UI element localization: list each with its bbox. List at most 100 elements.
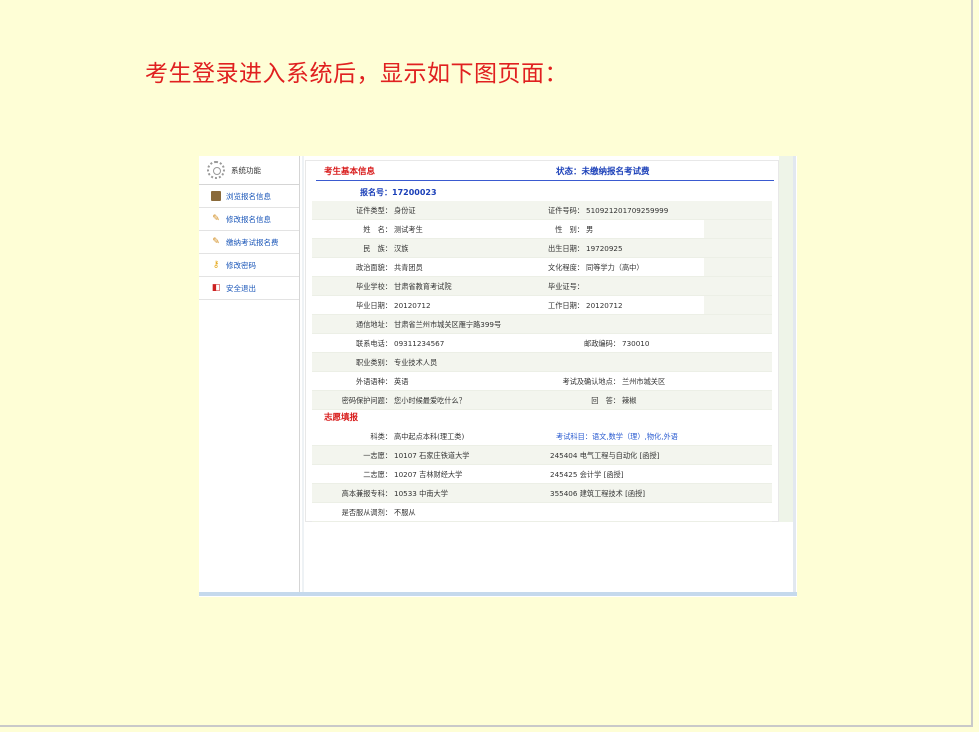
- field-value: 10533 中南大学: [394, 489, 448, 498]
- screenshot-frame: 系统功能 浏览报名信息 ✎ 修改报名信息 ✎ 缴纳考试报名费 ⚷ 修改密码 ◧ …: [199, 156, 797, 597]
- sidebar-item-logout[interactable]: ◧ 安全退出: [199, 277, 299, 300]
- info-row: 通信地址： 甘肃省兰州市城关区雁宁路399号: [312, 315, 772, 334]
- sidebar-header: 系统功能: [199, 156, 299, 185]
- field-label: 回 答：: [591, 396, 620, 405]
- pencil-icon: ✎: [212, 237, 220, 247]
- section-underline: [316, 180, 774, 181]
- field-value: 兰州市城关区: [622, 377, 666, 386]
- wish-grid: 科类： 高中起点本科(理工类) 考试科目：语文,数学（理）,物化,外语 一志愿：…: [312, 427, 772, 522]
- field-label: 文化程度：: [548, 263, 584, 272]
- field-value: 甘肃省教育考试院: [394, 282, 452, 291]
- field-value: 不服从: [394, 508, 416, 517]
- right-strip: [779, 156, 793, 522]
- field-value: 19720925: [586, 244, 623, 253]
- key-icon: ⚷: [212, 260, 220, 270]
- sidebar-item-label: 修改报名信息: [226, 214, 271, 224]
- field-label: 二志愿：: [363, 470, 392, 479]
- field-value: 专业技术人员: [394, 358, 438, 367]
- field-value: 测试考生: [394, 225, 423, 234]
- field-label: 考试及确认地点：: [562, 377, 620, 386]
- field-value: 10107 石家庄铁道大学: [394, 451, 470, 460]
- field-label: 政治面貌：: [356, 263, 392, 272]
- field-value: 同等学力（高中）: [586, 263, 644, 272]
- field-value: 20120712: [394, 301, 431, 310]
- field-value: 甘肃省兰州市城关区雁宁路399号: [394, 320, 502, 329]
- sidebar-item-label: 安全退出: [226, 283, 256, 293]
- sidebar-title: 系统功能: [231, 165, 261, 175]
- field-value: 您小时候最爱吃什么？: [394, 396, 466, 405]
- slide-heading: 考生登录进入系统后，显示如下图页面：: [145, 61, 568, 87]
- field-value: 汉族: [394, 244, 409, 253]
- field-label: 毕业证号：: [548, 282, 584, 291]
- wish-row: 科类： 高中起点本科(理工类) 考试科目：语文,数学（理）,物化,外语: [312, 427, 772, 446]
- wish-row: 高本兼报专科： 10533 中南大学 355406 建筑工程技术 [函授]: [312, 484, 772, 503]
- content-panel: 考生基本信息 状态：未缴纳报名考试费 报名号：17200023 证件类型： 身份…: [305, 160, 779, 522]
- field-label: 毕业日期：: [356, 301, 392, 310]
- basic-info-grid: 证件类型： 身份证 证件号码： 510921201709259999 姓 名： …: [312, 201, 772, 410]
- info-row: 毕业学校： 甘肃省教育考试院 毕业证号：: [312, 277, 772, 296]
- field-label: 工作日期：: [548, 301, 584, 310]
- field-label: 毕业学校：: [356, 282, 392, 291]
- field-label: 民 族：: [363, 244, 392, 253]
- scrollbar-track[interactable]: [793, 156, 796, 592]
- field-label: 邮政编码：: [584, 339, 620, 348]
- field-label: 姓 名：: [363, 225, 392, 234]
- sidebar: 系统功能 浏览报名信息 ✎ 修改报名信息 ✎ 缴纳考试报名费 ⚷ 修改密码 ◧ …: [199, 156, 300, 592]
- field-label: 联系电话：: [356, 339, 392, 348]
- info-row: 政治面貌： 共青团员 文化程度： 同等学力（高中）: [312, 258, 772, 277]
- sidebar-item-edit[interactable]: ✎ 修改报名信息: [199, 208, 299, 231]
- field-value: 355406 建筑工程技术 [函授]: [550, 489, 646, 498]
- sidebar-item-password[interactable]: ⚷ 修改密码: [199, 254, 299, 277]
- field-value: 共青团员: [394, 263, 423, 272]
- sidebar-item-pay[interactable]: ✎ 缴纳考试报名费: [199, 231, 299, 254]
- field-value: 20120712: [586, 301, 623, 310]
- pencil-icon: ✎: [212, 214, 220, 224]
- field-label: 一志愿：: [363, 451, 392, 460]
- screenshot-bottom-bar: [199, 592, 797, 596]
- wish-row: 二志愿： 10207 吉林财经大学 245425 会计学 [函授]: [312, 465, 772, 484]
- sidebar-item-browse[interactable]: 浏览报名信息: [199, 185, 299, 208]
- field-label: 通信地址：: [356, 320, 392, 329]
- gear-icon: [207, 161, 225, 179]
- field-value: 英语: [394, 377, 409, 386]
- field-value: 510921201709259999: [586, 206, 669, 215]
- field-label: 证件号码：: [548, 206, 584, 215]
- field-label: 出生日期：: [548, 244, 584, 253]
- basic-info-header: 考生基本信息 状态：未缴纳报名考试费: [306, 161, 778, 181]
- section-title: 考生基本信息: [324, 167, 376, 177]
- wish-row: 是否服从调剂： 不服从: [312, 503, 772, 522]
- field-label: 科类：: [370, 432, 392, 441]
- wish-section-title: 志愿填报: [324, 413, 359, 423]
- field-value: 男: [586, 225, 594, 234]
- info-row: 证件类型： 身份证 证件号码： 510921201709259999: [312, 201, 772, 220]
- field-value: 高中起点本科(理工类): [394, 432, 465, 441]
- info-row: 密码保护问题： 您小时候最爱吃什么？ 回 答： 辣椒: [312, 391, 772, 410]
- info-row: 联系电话： 09311234567 邮政编码： 730010: [312, 334, 772, 353]
- info-row: 姓 名： 测试考生 性 别： 男: [312, 220, 772, 239]
- field-label: 外语语种：: [356, 377, 392, 386]
- field-label: 密码保护问题：: [341, 396, 392, 405]
- field-value: 245404 电气工程与自动化 [函授]: [550, 451, 660, 460]
- info-row: 民 族： 汉族 出生日期： 19720925: [312, 239, 772, 258]
- divider: [302, 156, 304, 592]
- info-row: 毕业日期： 20120712 工作日期： 20120712: [312, 296, 772, 315]
- sidebar-item-label: 缴纳考试报名费: [226, 237, 279, 247]
- sidebar-item-label: 修改密码: [226, 260, 256, 270]
- field-label: 高本兼报专科：: [341, 489, 392, 498]
- field-label: 证件类型：: [356, 206, 392, 215]
- status-text: 状态：未缴纳报名考试费: [556, 167, 650, 177]
- registration-number: 报名号：17200023: [360, 188, 437, 197]
- book-icon: [211, 191, 221, 201]
- field-value: 身份证: [394, 206, 416, 215]
- wish-row: 一志愿： 10107 石家庄铁道大学 245404 电气工程与自动化 [函授]: [312, 446, 772, 465]
- field-value: 245425 会计学 [函授]: [550, 470, 624, 479]
- exit-door-icon: ◧: [211, 283, 221, 293]
- exam-subjects: 考试科目：语文,数学（理）,物化,外语: [556, 432, 678, 441]
- field-value: 10207 吉林财经大学: [394, 470, 463, 479]
- field-label: 是否服从调剂：: [341, 508, 392, 517]
- field-value: 730010: [622, 339, 650, 348]
- info-row: 职业类别： 专业技术人员: [312, 353, 772, 372]
- field-value: 辣椒: [622, 396, 637, 405]
- field-value: 09311234567: [394, 339, 445, 348]
- field-label: 职业类别：: [356, 358, 392, 367]
